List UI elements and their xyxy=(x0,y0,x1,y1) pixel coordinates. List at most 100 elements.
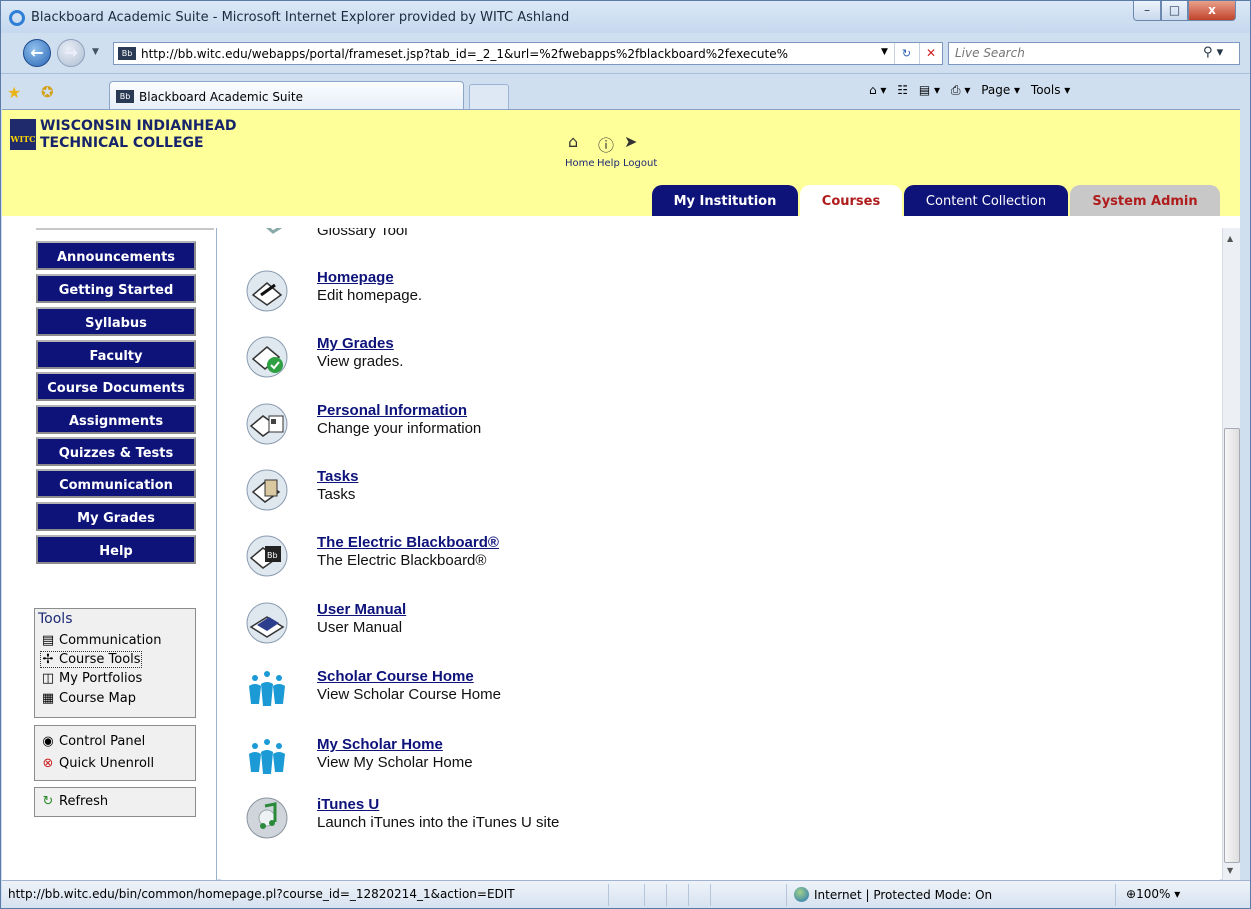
item-title[interactable]: iTunes U xyxy=(317,796,379,813)
tools-menu[interactable]: Tools ▾ xyxy=(1031,83,1070,97)
blackboard-header: WITC WISCONSIN INDIANHEAD TECHNICAL COLL… xyxy=(2,110,1240,228)
blackboard-icon: Bb xyxy=(246,535,288,577)
feeds-icon[interactable]: ☷ xyxy=(897,83,908,97)
search-icon[interactable]: ⚲ ▾ xyxy=(1203,45,1223,60)
item-title[interactable]: My Grades xyxy=(317,335,394,352)
grades-icon xyxy=(246,336,288,378)
recent-pages-dropdown[interactable]: ▼ xyxy=(92,47,99,57)
nav-getting-started[interactable]: Getting Started xyxy=(36,274,196,303)
stop-icon[interactable]: ✕ xyxy=(919,43,942,64)
favorites-row: ★ ✪ Bb Blackboard Academic Suite ⌂ ▾ ☷ ▤… xyxy=(1,73,1250,110)
item-desc: The Electric Blackboard® xyxy=(317,552,487,569)
vertical-scrollbar[interactable]: ▲ ▼ xyxy=(1222,228,1240,880)
back-button[interactable]: ← xyxy=(23,39,51,67)
logout-link-icon[interactable]: ➤ xyxy=(624,132,637,151)
new-tab-button[interactable] xyxy=(469,84,509,110)
logout-link[interactable]: Logout xyxy=(623,158,657,169)
home-link[interactable]: Home xyxy=(565,158,595,169)
school-name-line1: WISCONSIN INDIANHEAD xyxy=(40,118,237,134)
live-search-box[interactable]: ⚲ ▾ xyxy=(948,42,1240,65)
list-item[interactable]: iTunes U Launch iTunes into the iTunes U… xyxy=(245,796,845,846)
scroll-up-icon[interactable]: ▲ xyxy=(1227,234,1233,243)
nav-assignments[interactable]: Assignments xyxy=(36,405,196,434)
refresh-page-icon[interactable]: ↻ xyxy=(894,43,918,64)
item-desc: Edit homepage. xyxy=(317,287,423,304)
refresh-link[interactable]: ↻ Refresh xyxy=(41,794,109,809)
help-link[interactable]: Help xyxy=(597,158,620,169)
security-zone[interactable]: Internet | Protected Mode: On xyxy=(794,887,992,902)
nav-announcements[interactable]: Announcements xyxy=(36,241,196,270)
rss-icon[interactable]: ▤ ▾ xyxy=(919,83,940,97)
status-divider xyxy=(1115,884,1116,906)
tab-content-collection[interactable]: Content Collection xyxy=(904,185,1068,216)
tool-list: Glossary Tool Homepage Edit homepage. My… xyxy=(221,228,1220,880)
page-viewport: WITC WISCONSIN INDIANHEAD TECHNICAL COLL… xyxy=(2,109,1240,880)
scroll-thumb[interactable] xyxy=(1224,428,1240,863)
item-title[interactable]: Personal Information xyxy=(317,402,467,419)
list-item[interactable]: Scholar Course Home View Scholar Course … xyxy=(245,668,845,718)
item-title[interactable]: Tasks xyxy=(317,468,358,485)
command-bar: ⌂ ▾ ☷ ▤ ▾ ⎙ ▾ Page ▾ Tools ▾ xyxy=(869,83,1077,98)
glossary-icon xyxy=(266,228,283,234)
list-item[interactable]: Tasks Tasks xyxy=(245,468,845,518)
tab-system-admin[interactable]: System Admin xyxy=(1070,185,1220,216)
minimize-button[interactable]: – xyxy=(1133,1,1161,21)
quick-unenroll-link[interactable]: ⊗ Quick Unenroll xyxy=(41,756,155,771)
favorites-star-icon[interactable]: ★ xyxy=(7,83,21,102)
tool-course-map[interactable]: ▦ Course Map xyxy=(41,691,136,706)
maximize-button[interactable]: □ xyxy=(1161,1,1188,21)
item-desc: Change your information xyxy=(317,420,482,437)
list-item[interactable]: Personal Information Change your informa… xyxy=(245,402,845,452)
item-title[interactable]: Homepage xyxy=(317,269,394,286)
item-title[interactable]: User Manual xyxy=(317,601,406,618)
browser-window: Blackboard Academic Suite - Microsoft In… xyxy=(0,0,1251,909)
browser-tab-active[interactable]: Bb Blackboard Academic Suite xyxy=(109,81,464,110)
list-item[interactable]: Bb The Electric Blackboard® The Electric… xyxy=(245,534,845,584)
status-url: http://bb.witc.edu/bin/common/homepage.p… xyxy=(8,887,515,901)
item-title[interactable]: My Scholar Home xyxy=(317,736,443,753)
title-bar: Blackboard Academic Suite - Microsoft In… xyxy=(1,1,1250,33)
address-bar[interactable]: Bb http://bb.witc.edu/webapps/portal/fra… xyxy=(113,42,943,65)
help-link-icon[interactable]: ⓘ xyxy=(598,132,614,156)
forward-button[interactable]: → xyxy=(57,39,85,67)
nav-communication[interactable]: Communication xyxy=(36,469,196,498)
address-url[interactable]: http://bb.witc.edu/webapps/portal/frames… xyxy=(141,47,876,61)
svg-text:Bb: Bb xyxy=(267,551,278,560)
add-favorite-icon[interactable]: ✪ xyxy=(41,83,54,101)
nav-faculty[interactable]: Faculty xyxy=(36,340,196,369)
item-desc: View My Scholar Home xyxy=(317,754,473,771)
nav-help[interactable]: Help xyxy=(36,535,196,564)
page-menu[interactable]: Page ▾ xyxy=(981,83,1020,97)
item-title[interactable]: Scholar Course Home xyxy=(317,668,474,685)
close-button[interactable]: x xyxy=(1188,1,1236,21)
nav-my-grades[interactable]: My Grades xyxy=(36,502,196,531)
tools-panel: Tools ▤ Communication ✢ Course Tools ◫ My P… xyxy=(34,608,196,718)
tab-favicon-icon: Bb xyxy=(116,90,134,103)
nav-syllabus[interactable]: Syllabus xyxy=(36,307,196,336)
tab-my-institution[interactable]: My Institution xyxy=(652,185,798,216)
tool-course-tools[interactable]: ✢ Course Tools xyxy=(40,651,142,668)
control-panel-link[interactable]: ◉ Control Panel xyxy=(41,734,145,749)
scholar-icon xyxy=(249,671,285,706)
glossary-tool-cut[interactable]: Glossary Tool xyxy=(317,228,408,239)
item-title[interactable]: The Electric Blackboard® xyxy=(317,534,499,551)
tool-communication[interactable]: ▤ Communication xyxy=(41,633,162,648)
zoom-level[interactable]: ⊕100% ▾ xyxy=(1126,887,1180,901)
search-input[interactable] xyxy=(955,46,1195,60)
personal-info-icon xyxy=(246,403,288,445)
tool-my-portfolios[interactable]: ◫ My Portfolios xyxy=(41,671,142,686)
print-icon[interactable]: ⎙ ▾ xyxy=(951,83,970,97)
list-item[interactable]: My Grades View grades. xyxy=(245,335,845,385)
scroll-down-icon[interactable]: ▼ xyxy=(1227,866,1233,875)
address-row: ← → ▼ Bb http://bb.witc.edu/webapps/port… xyxy=(1,33,1250,73)
tab-courses[interactable]: Courses xyxy=(800,185,902,219)
list-item[interactable]: My Scholar Home View My Scholar Home xyxy=(245,736,845,786)
nav-course-documents[interactable]: Course Documents xyxy=(36,372,196,401)
home-link-icon[interactable]: ⌂ xyxy=(568,132,578,151)
list-item[interactable]: User Manual User Manual xyxy=(245,601,845,651)
home-icon[interactable]: ⌂ ▾ xyxy=(869,83,886,97)
list-item[interactable]: Homepage Edit homepage. xyxy=(245,269,845,319)
nav-quizzes-tests[interactable]: Quizzes & Tests xyxy=(36,437,196,466)
witc-logo: WITC xyxy=(10,119,36,150)
address-dropdown-icon[interactable]: ▼ xyxy=(881,47,888,57)
